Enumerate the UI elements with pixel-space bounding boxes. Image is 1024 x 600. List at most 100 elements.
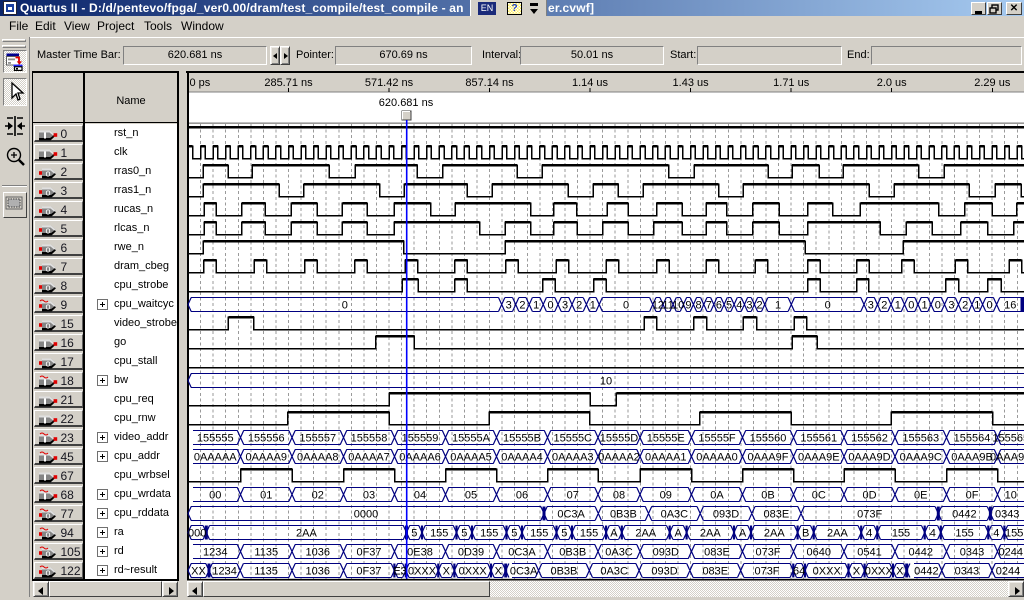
svg-text:0F37: 0F37	[356, 546, 381, 558]
svg-text:2: 2	[519, 299, 525, 311]
svg-text:0C3A: 0C3A	[510, 565, 538, 577]
svg-text:155: 155	[892, 527, 910, 539]
svg-text:0B3B: 0B3B	[610, 508, 637, 520]
svg-text:0A3C: 0A3C	[661, 508, 689, 520]
svg-text:1: 1	[590, 299, 596, 311]
svg-text:1036: 1036	[306, 565, 330, 577]
svg-text:3: 3	[746, 299, 752, 311]
svg-text:0C3A: 0C3A	[557, 508, 585, 520]
svg-text:4: 4	[866, 527, 872, 539]
svg-text:o: o	[45, 301, 50, 311]
svg-text:155562: 155562	[851, 432, 888, 444]
svg-text:0C3A: 0C3A	[508, 546, 536, 558]
svg-text:0442: 0442	[909, 546, 933, 558]
svg-text:083E: 083E	[702, 565, 728, 577]
svg-text:15555A: 15555A	[452, 432, 491, 444]
svg-text:3: 3	[948, 299, 954, 311]
svg-text:E3: E3	[393, 565, 406, 577]
svg-text:10: 10	[1005, 489, 1017, 501]
svg-text:2.0 us: 2.0 us	[877, 77, 907, 89]
svg-text:155564: 155564	[954, 432, 991, 444]
svg-text:155565: 155565	[992, 432, 1024, 444]
svg-text:0343: 0343	[995, 508, 1019, 520]
svg-text:5: 5	[561, 527, 567, 539]
svg-text:o: o	[45, 187, 50, 197]
svg-text:00: 00	[209, 489, 221, 501]
svg-text:o: o	[45, 567, 50, 577]
svg-text:3: 3	[506, 299, 512, 311]
svg-text:0AAAAA: 0AAAAA	[194, 451, 237, 463]
svg-text:0B3B: 0B3B	[559, 546, 586, 558]
svg-text:0244: 0244	[999, 546, 1023, 558]
svg-text:1.14 us: 1.14 us	[572, 77, 609, 89]
svg-text:X: X	[495, 565, 503, 577]
svg-text:8: 8	[696, 299, 702, 311]
svg-text:0AAAA3: 0AAAA3	[552, 451, 594, 463]
svg-text:o: o	[45, 510, 50, 520]
svg-text:0AAAA0: 0AAAA0	[696, 451, 738, 463]
svg-text:X: X	[896, 565, 904, 577]
svg-text:0343: 0343	[960, 546, 984, 558]
svg-text:03: 03	[363, 489, 375, 501]
svg-text:0: 0	[825, 299, 831, 311]
svg-text:o: o	[45, 206, 50, 216]
svg-text:XX: XX	[191, 565, 206, 577]
svg-text:0AAAA6: 0AAAA6	[399, 451, 441, 463]
svg-text:0E38: 0E38	[407, 546, 433, 558]
svg-text:02: 02	[312, 489, 324, 501]
svg-text:08: 08	[613, 489, 625, 501]
svg-text:0A3C: 0A3C	[600, 565, 628, 577]
svg-text:o: o	[45, 320, 50, 330]
svg-text:0 ps: 0 ps	[190, 77, 211, 89]
svg-text:0C: 0C	[812, 489, 826, 501]
svg-text:0AAA9F: 0AAA9F	[748, 451, 789, 463]
svg-text:155: 155	[430, 527, 448, 539]
svg-text:1135: 1135	[254, 565, 278, 577]
svg-text:0442: 0442	[952, 508, 976, 520]
svg-text:0AAAA2: 0AAAA2	[598, 451, 640, 463]
svg-text:01: 01	[260, 489, 272, 501]
svg-text:0343: 0343	[955, 565, 979, 577]
svg-text:A: A	[610, 527, 618, 539]
svg-text:A: A	[674, 527, 682, 539]
svg-text:4: 4	[993, 527, 999, 539]
svg-text:155: 155	[480, 527, 498, 539]
svg-text:16: 16	[1004, 299, 1016, 311]
svg-text:0AAAA7: 0AAAA7	[348, 451, 390, 463]
svg-text:04: 04	[414, 489, 426, 501]
svg-text:1036: 1036	[306, 546, 330, 558]
svg-text:2AA: 2AA	[827, 527, 848, 539]
svg-text:2: 2	[756, 299, 762, 311]
svg-text:571.42 ns: 571.42 ns	[365, 77, 414, 89]
svg-text:0: 0	[342, 299, 348, 311]
svg-text:0AAA9A: 0AAA9A	[990, 451, 1024, 463]
svg-text:0XXX: 0XXX	[865, 565, 894, 577]
svg-text:0AAA9D: 0AAA9D	[848, 451, 890, 463]
svg-text:155557: 155557	[299, 432, 336, 444]
svg-text:o: o	[45, 358, 50, 368]
svg-text:o: o	[45, 225, 50, 235]
svg-text:083E: 083E	[704, 546, 730, 558]
svg-text:0XXX: 0XXX	[408, 565, 437, 577]
svg-text:0244: 0244	[996, 565, 1020, 577]
svg-text:0: 0	[935, 299, 941, 311]
svg-text:0B3B: 0B3B	[550, 565, 577, 577]
svg-text:2: 2	[576, 299, 582, 311]
svg-text:10: 10	[600, 375, 612, 387]
svg-text:0F: 0F	[966, 489, 979, 501]
svg-text:2: 2	[962, 299, 968, 311]
svg-text:285.71 ns: 285.71 ns	[264, 77, 313, 89]
svg-text:155560: 155560	[750, 432, 787, 444]
svg-text:9: 9	[685, 299, 691, 311]
svg-text:0AAA9C: 0AAA9C	[900, 451, 942, 463]
svg-text:5: 5	[511, 527, 517, 539]
svg-text:0541: 0541	[857, 546, 881, 558]
svg-text:155: 155	[955, 527, 973, 539]
svg-text:1.71 us: 1.71 us	[773, 77, 810, 89]
svg-text:64: 64	[793, 565, 805, 577]
svg-text:1: 1	[775, 299, 781, 311]
svg-text:0A3C: 0A3C	[605, 546, 633, 558]
svg-text:2AA: 2AA	[764, 527, 785, 539]
svg-text:0A: 0A	[710, 489, 724, 501]
svg-text:093D: 093D	[653, 546, 679, 558]
